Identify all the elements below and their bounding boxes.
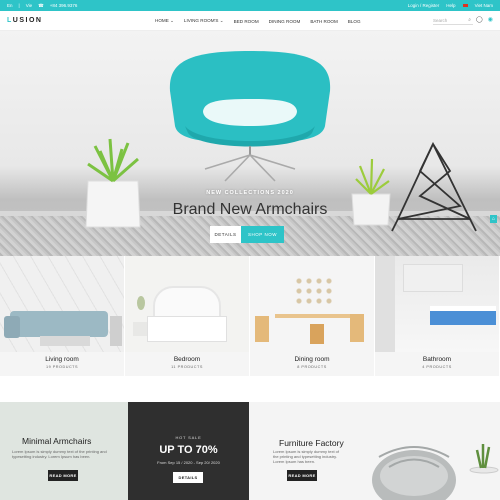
promo-dates: From Sep 15 / 2020 - Sep 20/ 2020 <box>157 460 220 465</box>
bathroom-image <box>375 256 499 352</box>
category-grid: Living room 19 PRODUCTS Bedroom 11 PRODU… <box>0 256 500 376</box>
hero-illustration <box>85 51 477 232</box>
promo-minimal-armchairs: Minimal Armchairs Lorem Ipsum is simply … <box>0 402 128 500</box>
category-name: Dining room <box>294 356 330 363</box>
category-card-living-room[interactable]: Living room 19 PRODUCTS <box>0 256 125 376</box>
login-link[interactable]: Login / Register <box>408 3 440 8</box>
nav-blog[interactable]: BLOG <box>348 19 361 24</box>
currency-selector[interactable]: Vie <box>26 3 32 8</box>
read-more-button[interactable]: READ MORE <box>48 470 78 481</box>
promo-furniture-factory: Furniture Factory Lorem Ipsum is simply … <box>249 402 500 500</box>
search-icon[interactable]: ⌕ <box>468 17 471 23</box>
flag-icon <box>462 3 468 8</box>
nav-dining-room[interactable]: DINING ROOM <box>269 19 301 24</box>
living-room-image <box>0 256 124 352</box>
nav-bed-room[interactable]: BED ROOM <box>234 19 259 24</box>
search-placeholder: Search <box>433 17 448 23</box>
bedroom-image <box>125 256 249 352</box>
help-link[interactable]: Help <box>446 3 455 8</box>
nav-living-room[interactable]: LIVING ROOM'S ⌄ <box>184 18 224 24</box>
country-selector[interactable]: Viet Nam <box>475 3 493 8</box>
category-count: 11 PRODUCTS <box>171 365 203 369</box>
category-name: Living room <box>45 356 79 363</box>
armchair-image <box>169 51 331 182</box>
top-bar: En | Vie ☎ +84 396.9376 Login / Register… <box>0 0 500 11</box>
hero-banner: NEW COLLECTIONS 2020 Brand New Armchairs <box>0 31 500 256</box>
hero-subtitle: NEW COLLECTIONS 2020 <box>206 190 294 196</box>
chevron-down-icon: ⌄ <box>170 18 174 23</box>
promo-tag: HOT SALE <box>175 435 202 440</box>
promo-section: Minimal Armchairs Lorem Ipsum is simply … <box>0 402 500 500</box>
promo-hot-sale: HOT SALE UP TO 70% From Sep 15 / 2020 - … <box>128 402 249 500</box>
category-count: 19 PRODUCTS <box>45 365 79 369</box>
category-card-bedroom[interactable]: Bedroom 11 PRODUCTS <box>125 256 250 376</box>
category-card-bathroom[interactable]: Bathroom 4 PRODUCTS <box>375 256 500 376</box>
site-logo[interactable]: LUSION <box>7 17 42 24</box>
hero-title: Brand New Armchairs <box>172 201 328 218</box>
nav-bath-room[interactable]: BATH ROOM <box>310 19 337 24</box>
category-count: 8 PRODUCTS <box>297 365 327 369</box>
promo-title: Minimal Armchairs <box>22 436 92 446</box>
category-card-dining-room[interactable]: Dining room 8 PRODUCTS <box>250 256 375 376</box>
category-name: Bedroom <box>173 356 201 363</box>
language-selector[interactable]: En <box>7 3 13 8</box>
details-button[interactable]: DETAILS <box>210 226 241 243</box>
search-input[interactable]: Search ⌕ <box>433 16 473 25</box>
cart-icon[interactable]: ◉ <box>488 16 493 23</box>
category-name: Bathroom <box>422 356 452 363</box>
category-count: 4 PRODUCTS <box>422 365 452 369</box>
chevron-down-icon: ⌄ <box>219 18 224 23</box>
phone-icon: ☎ <box>38 2 44 8</box>
divider: | <box>18 3 20 8</box>
nav-home[interactable]: HOME ⌄ <box>155 18 174 24</box>
shop-now-button[interactable]: SHOP NOW <box>241 226 284 243</box>
details-button[interactable]: DETAILS <box>173 472 203 483</box>
side-tab-icon[interactable]: ⌂ <box>490 215 497 223</box>
main-header: LUSION HOME ⌄ LIVING ROOM'S ⌄ BED ROOM D… <box>0 11 500 31</box>
promo-text: Lorem Ipsum is simply dummy text of the … <box>12 449 107 460</box>
armchair-promo-image <box>372 444 499 500</box>
phone-number: +84 396.9376 <box>49 3 78 8</box>
promo-title: UP TO 70% <box>159 444 218 456</box>
dining-room-image <box>250 256 374 352</box>
user-icon[interactable]: ◯ <box>476 16 483 23</box>
main-nav: HOME ⌄ LIVING ROOM'S ⌄ BED ROOM DINING R… <box>155 11 361 31</box>
